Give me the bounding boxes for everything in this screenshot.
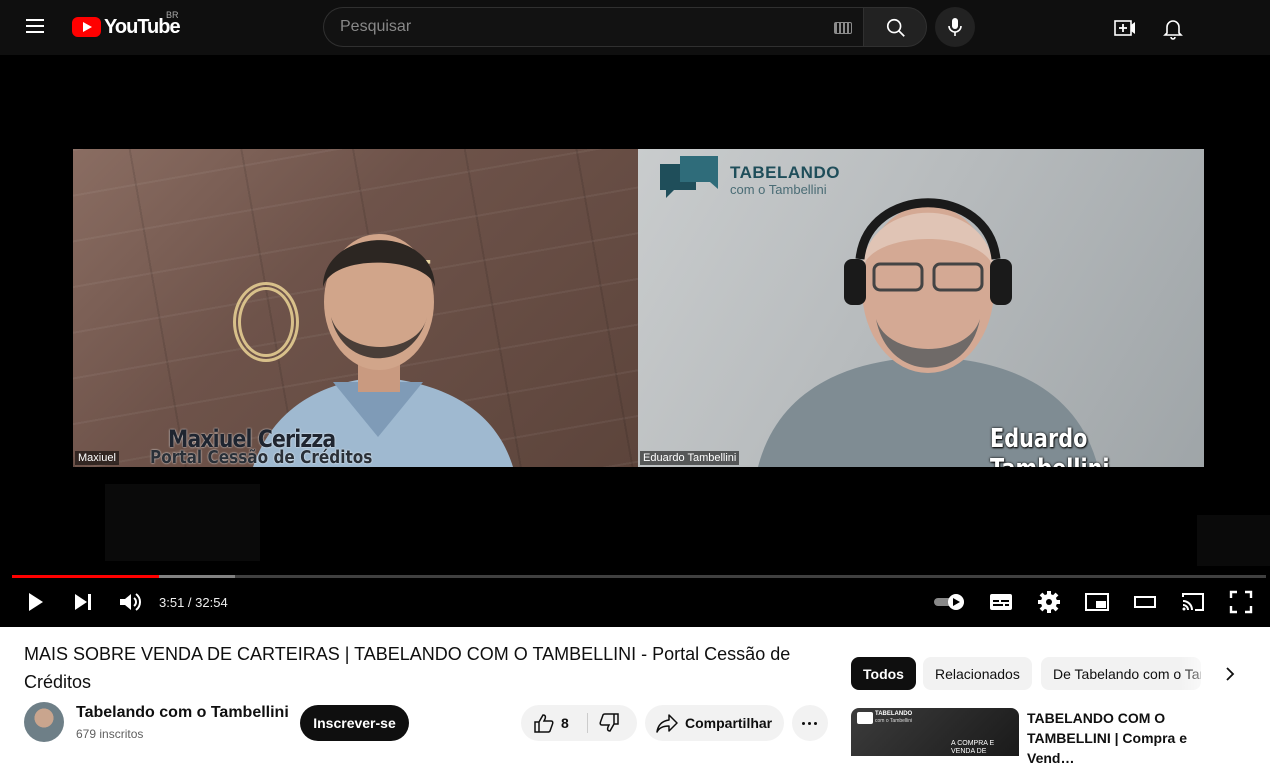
recommendation-title[interactable]: TABELANDO COM O TAMBELLINI | Compra e Ve…: [1027, 708, 1237, 768]
left-overlay-subtitle: Portal Cessão de Créditos: [150, 447, 373, 467]
microphone-icon: [948, 18, 962, 36]
video-frame: DE Maxiuel Cerizza Portal Cessão de Créd…: [73, 149, 1204, 467]
like-button[interactable]: 8: [521, 705, 585, 741]
chips-next-button[interactable]: [1218, 662, 1242, 686]
search-icon: [886, 18, 905, 37]
gear-icon: [1038, 591, 1060, 613]
top-bar: YouTube BR: [0, 0, 1270, 55]
video-panel-right: TABELANDO com o Tambellini Eduardo Tambe…: [638, 149, 1204, 467]
progress-played: [12, 575, 159, 578]
bell-icon: [1163, 20, 1183, 40]
share-button[interactable]: Compartilhar: [645, 705, 784, 741]
mini-chat-icon: [857, 712, 873, 724]
subscriber-count: 679 inscritos: [76, 727, 144, 741]
chat-bubbles-icon: [660, 156, 718, 198]
video-title: MAIS SOBRE VENDA DE CARTEIRAS | TABELAND…: [24, 644, 791, 692]
cast-icon: [1182, 593, 1204, 611]
thumbs-down-icon: [599, 713, 619, 732]
miniplayer-icon: [1085, 593, 1109, 611]
video-plus-icon: [1114, 20, 1135, 36]
volume-button[interactable]: [117, 589, 143, 615]
play-button[interactable]: [22, 589, 48, 615]
voice-search-button[interactable]: [935, 7, 975, 47]
like-dislike-group: 8: [521, 705, 637, 741]
participant-tag-right: Eduardo Tambellini: [640, 451, 740, 465]
miniplayer-button[interactable]: [1084, 589, 1110, 615]
dislike-button[interactable]: [589, 705, 637, 741]
fullscreen-button[interactable]: [1228, 589, 1254, 615]
settings-button[interactable]: [1036, 589, 1062, 615]
video-player[interactable]: DE Maxiuel Cerizza Portal Cessão de Créd…: [0, 55, 1270, 627]
cast-button[interactable]: [1180, 589, 1206, 615]
theater-mode-icon: [1134, 596, 1156, 608]
subscribe-button[interactable]: Inscrever-se: [300, 705, 409, 741]
brand-title: TABELANDO: [730, 163, 840, 182]
channel-avatar[interactable]: [24, 702, 64, 742]
create-button[interactable]: [1112, 15, 1138, 41]
video-black-region: [1197, 515, 1270, 566]
subtitles-icon: [990, 594, 1012, 610]
share-icon: [656, 714, 678, 733]
fullscreen-icon: [1229, 590, 1253, 614]
notifications-button[interactable]: [1160, 15, 1186, 41]
like-count: 8: [561, 715, 569, 731]
next-button[interactable]: [70, 589, 96, 615]
chip-fade: [1180, 657, 1220, 690]
subtitles-button[interactable]: [988, 589, 1014, 615]
search-input[interactable]: [340, 8, 820, 46]
thumb-brand: TABELANDO: [875, 711, 913, 717]
search-button[interactable]: [863, 7, 927, 47]
chip-all[interactable]: Todos: [851, 657, 916, 690]
chip-related[interactable]: Relacionados: [923, 657, 1032, 690]
more-actions-button[interactable]: [792, 705, 828, 741]
thumb-caption: A COMPRA E VENDA DE: [951, 740, 995, 755]
search-box: [323, 7, 863, 47]
autoplay-toggle-icon: [934, 594, 964, 610]
chip-from-channel[interactable]: De Tabelando com o Tambellini: [1041, 657, 1201, 690]
right-overlay-name: Eduardo Tambellini: [990, 424, 1110, 467]
play-icon: [29, 593, 43, 611]
volume-icon: [120, 593, 141, 611]
channel-name[interactable]: Tabelando com o Tambellini: [76, 704, 289, 722]
video-black-region: [105, 484, 260, 561]
time-display: 3:51 / 32:54: [159, 595, 228, 610]
video-panel-left: DE Maxiuel Cerizza Portal Cessão de Créd…: [73, 149, 638, 467]
skip-next-icon: [75, 594, 91, 610]
share-label: Compartilhar: [685, 715, 773, 731]
progress-bar[interactable]: [12, 575, 1266, 578]
youtube-play-icon: [72, 17, 101, 37]
participant-tag-left: Maxiuel: [75, 451, 119, 465]
youtube-logo[interactable]: YouTube: [72, 14, 181, 40]
recommendation-thumbnail[interactable]: TABELANDO com o Tambellini A COMPRA E VE…: [851, 708, 1019, 756]
like-divider: [587, 713, 588, 733]
theater-mode-button[interactable]: [1132, 589, 1158, 615]
more-dots-icon: [802, 722, 805, 725]
keyboard-icon[interactable]: [834, 22, 852, 34]
thumbs-up-icon: [534, 714, 554, 733]
menu-icon[interactable]: [24, 14, 48, 38]
country-code: BR: [166, 10, 179, 20]
autoplay-toggle[interactable]: [932, 589, 968, 615]
chevron-right-icon: [1226, 667, 1235, 681]
thumb-brand-sub: com o Tambellini: [875, 718, 913, 724]
